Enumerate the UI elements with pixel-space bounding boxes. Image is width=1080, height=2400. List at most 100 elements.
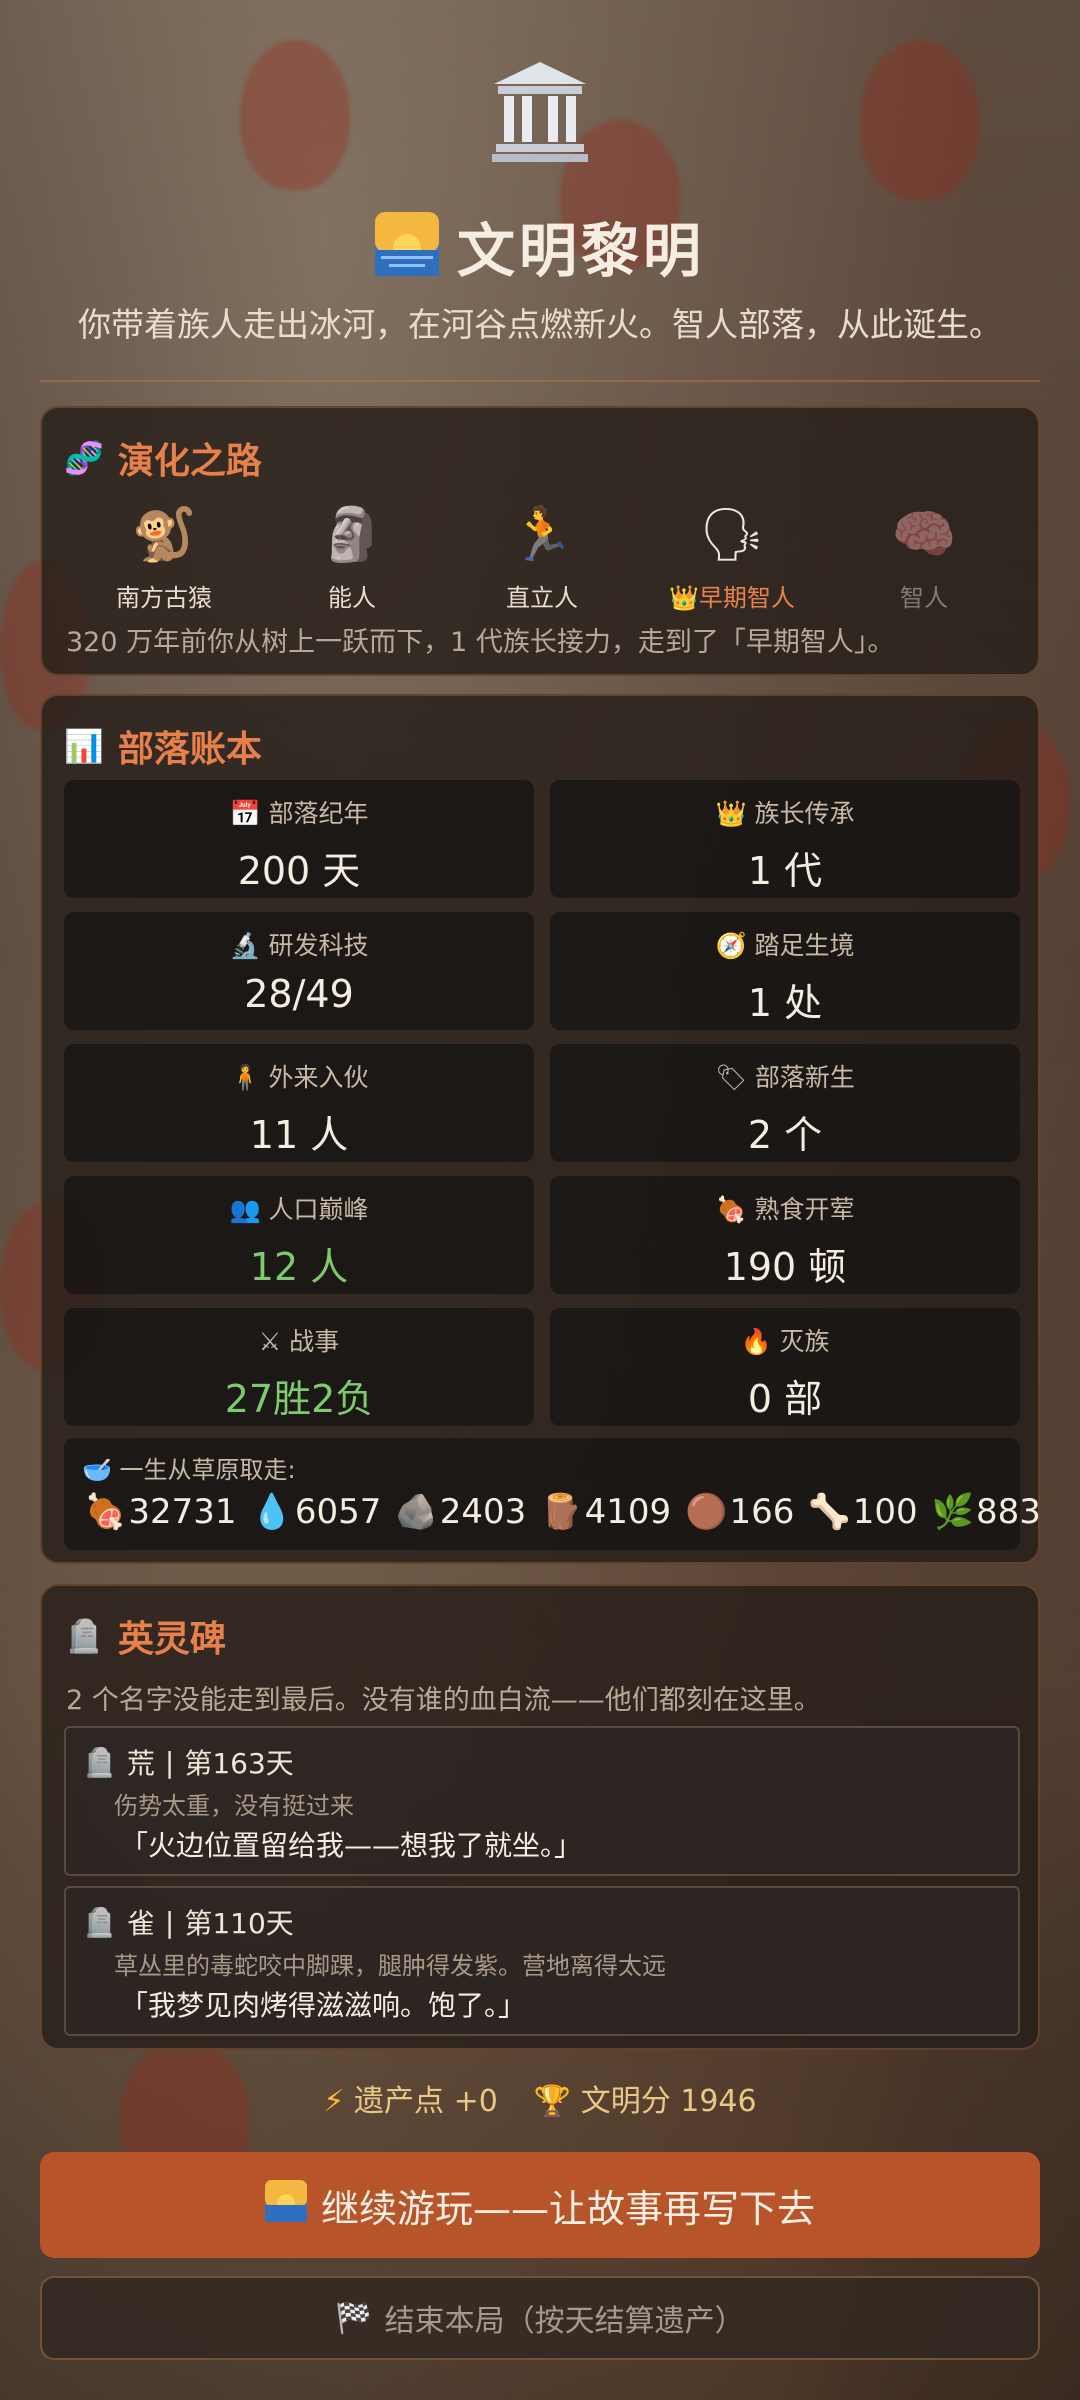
stage-label: 能人 (328, 584, 376, 612)
separator: | (164, 1745, 175, 1779)
label-tag-icon: 🏷 (715, 1063, 747, 1092)
legacy-points: ⚡ 遗产点 +0 (323, 2076, 497, 2120)
stat-value: 200 天 (237, 849, 361, 893)
memorial-entry: 🪦 雀 | 第110天 草丛里的毒蛇咬中脚踝，腿肿得发紫。营地离得太远 「我梦见… (64, 1886, 1020, 2036)
stat-label: 熟食开荤 (754, 1195, 855, 1224)
memorial-card: 🪦 英灵碑 2 个名字没能走到最后。没有谁的血白流——他们都刻在这里。 🪦 荒 … (40, 1584, 1040, 2050)
evolution-stage: 🐒 南方古猿 (94, 500, 234, 613)
resource-value: 4109 (584, 1492, 672, 1532)
divider (40, 380, 1040, 382)
continue-button-label: 继续游玩——让故事再写下去 (320, 2186, 815, 2231)
ledger-card: 📊 部落账本 📅 部落纪年 200 天 👑 族长传承 1 代 🔬 研发科技 28… (40, 694, 1041, 1564)
compass-icon: 🧭 (715, 931, 747, 960)
game-over-screen: 文明黎明 你带着族人走出冰河，在河谷点燃新火。智人部落，从此诞生。 🧬 演化之路… (0, 0, 1080, 2400)
headstone-icon: 🪦 (82, 1745, 117, 1779)
evolution-stage: 🏃 直立人 (472, 500, 612, 613)
stage-label: 智人 (900, 584, 948, 612)
stat-label: 人口巅峰 (268, 1195, 369, 1224)
fallen-name: 雀 (126, 1907, 155, 1940)
brown-circle-icon: 🟤 (685, 1492, 728, 1532)
stat-value: 11 人 (249, 1113, 349, 1157)
stat-value: 12 人 (249, 1245, 349, 1289)
stat-newcomers: 🧍 外来入伙 11 人 (64, 1044, 534, 1162)
title-row: 文明黎明 (0, 204, 1080, 288)
death-cause: 草丛里的毒蛇咬中脚踝，腿肿得发紫。营地离得太远 (114, 1952, 666, 1980)
harvest-title-row: 🥣 一生从草原取走: (82, 1450, 296, 1485)
bone-icon: 🦴 (808, 1492, 851, 1532)
end-game-button[interactable]: 🏁 结束本局（按天结算遗产） (40, 2276, 1040, 2360)
lifetime-harvest-panel: 🥣 一生从草原取走: 🍖 32731 💧 6057 🪨 2403 🪵 4109 🟤 166… (64, 1438, 1041, 1550)
meat-icon: 🍖 (715, 1195, 747, 1224)
monkey-icon: 🐒 (131, 505, 197, 565)
separator: | (164, 1905, 175, 1939)
stat-label: 研发科技 (268, 931, 369, 960)
trophy-icon: 🏆 (533, 2084, 572, 2119)
calendar-icon: 📅 (229, 799, 261, 828)
memorial-entry-header: 🪦 荒 | 第163天 (82, 1742, 294, 1782)
hand-print-decoration (240, 40, 350, 190)
herb-icon: 🌿 (931, 1492, 974, 1532)
stat-label: 部落纪年 (268, 799, 369, 828)
harvest-resources: 🍖 32731 💧 6057 🪨 2403 🪵 4109 🟤 166 🦴 100 🌿 883 (84, 1492, 1041, 1532)
stat-extinctions: 🔥 灭族 0 部 (550, 1308, 1020, 1426)
memorial-entry-header: 🪦 雀 | 第110天 (82, 1902, 294, 1942)
evolution-stage: 🗿 能人 (282, 500, 422, 613)
resource-value: 2403 (439, 1492, 527, 1532)
evolution-card: 🧬 演化之路 🐒 南方古猿 🗿 能人 🏃 直立人 🗣 👑早期智人 🧠 智人 32… (40, 406, 1040, 676)
resource-bone: 🦴 100 (808, 1492, 917, 1532)
continue-button[interactable]: 继续游玩——让故事再写下去 (40, 2152, 1040, 2258)
stat-label: 灭族 (779, 1327, 830, 1356)
memorial-title: 英灵碑 (117, 1619, 226, 1660)
death-day: 第163天 (184, 1747, 294, 1780)
end-game-button-label: 结束本局（按天结算遗产） (384, 2304, 745, 2339)
stage-label: 👑早期智人 (669, 584, 795, 612)
stat-label: 族长传承 (754, 799, 855, 828)
stat-peak-population: 👥 人口巅峰 12 人 (64, 1176, 534, 1294)
stat-value: 1 处 (747, 981, 823, 1025)
stat-tech: 🔬 研发科技 28/49 (64, 912, 534, 1030)
stat-value: 2 个 (747, 1113, 823, 1157)
stat-value: 1 代 (747, 849, 823, 893)
stat-label: 外来入伙 (268, 1063, 369, 1092)
classical-building-icon (490, 56, 590, 162)
dna-icon: 🧬 (64, 439, 104, 477)
civ-score: 🏆 文明分 1946 (534, 2076, 757, 2120)
crown-icon: 👑 (715, 799, 747, 828)
wood-log-icon: 🪵 (540, 1492, 583, 1532)
page-subtitle: 你带着族人走出冰河，在河谷点燃新火。智人部落，从此诞生。 (78, 305, 1002, 344)
stage-label: 南方古猿 (116, 584, 212, 612)
resource-clay: 🟤 166 (685, 1492, 794, 1532)
bowl-icon: 🥣 (82, 1456, 112, 1484)
bar-chart-icon: 📊 (64, 727, 104, 765)
evolution-title-row: 🧬 演化之路 (64, 432, 262, 484)
death-cause: 伤势太重，没有挺过来 (114, 1792, 354, 1820)
resource-value: 166 (729, 1492, 795, 1532)
memorial-entry: 🪦 荒 | 第163天 伤势太重，没有挺过来 「火边位置留给我——想我了就坐。」 (64, 1726, 1020, 1876)
crossed-swords-icon: ⚔ (258, 1327, 282, 1356)
stat-habitats: 🧭 踏足生境 1 处 (550, 912, 1020, 1030)
evolution-note: 320 万年前你从树上一跃而下，1 代族长接力，走到了「早期智人」。 (66, 627, 895, 658)
resource-herb: 🌿 883 (932, 1492, 1041, 1532)
checkered-flag-icon: 🏁 (335, 2300, 373, 2336)
stage-label: 直立人 (506, 584, 578, 612)
stat-births: 🏷 部落新生 2 个 (550, 1044, 1020, 1162)
stat-label: 部落新生 (754, 1063, 855, 1092)
lightning-icon: ⚡ (323, 2084, 345, 2119)
fire-icon: 🔥 (740, 1327, 772, 1356)
memorial-note: 2 个名字没能走到最后。没有谁的血白流——他们都刻在这里。 (66, 1685, 821, 1716)
resource-meat: 🍖 32731 (84, 1492, 237, 1532)
resource-value: 883 (975, 1492, 1041, 1532)
brain-icon: 🧠 (891, 505, 957, 565)
people-icon: 👥 (229, 1195, 261, 1224)
resource-stone: 🪨 2403 (395, 1492, 526, 1532)
stat-cooked-meals: 🍖 熟食开荤 190 顿 (550, 1176, 1020, 1294)
civ-score-label: 文明分 1946 (580, 2084, 757, 2119)
microscope-icon: 🔬 (229, 931, 261, 960)
headstone-icon: 🪦 (64, 1617, 104, 1655)
stat-tribe-calendar: 📅 部落纪年 200 天 (64, 780, 534, 898)
last-words: 「我梦见肉烤得滋滋响。饱了。」 (120, 1989, 527, 2022)
death-day: 第110天 (184, 1907, 294, 1940)
meat-icon: 🍖 (84, 1492, 127, 1532)
stat-chief-succession: 👑 族长传承 1 代 (550, 780, 1020, 898)
stat-value: 27胜2负 (224, 1377, 374, 1421)
